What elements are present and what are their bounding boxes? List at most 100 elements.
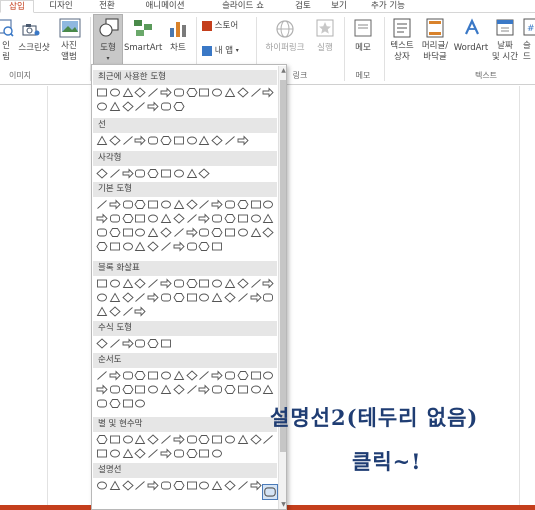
tab-review[interactable]: 검토 [286,0,320,13]
shape-thumbnail[interactable] [198,370,210,381]
shape-thumbnail[interactable] [186,241,198,252]
shape-thumbnail[interactable] [134,292,146,303]
shapes-button[interactable]: 도형 ▾ [93,14,123,66]
shape-thumbnail[interactable] [122,306,134,317]
shape-thumbnail[interactable] [96,398,108,409]
shape-thumbnail[interactable] [250,292,262,303]
shape-thumbnail[interactable] [173,241,185,252]
scroll-down-icon[interactable]: ▼ [279,500,286,509]
shape-thumbnail[interactable] [211,448,223,459]
shape-thumbnail[interactable] [96,434,108,445]
shape-thumbnail[interactable] [198,448,210,459]
shape-thumbnail[interactable] [122,241,134,252]
shape-thumbnail[interactable] [211,135,223,146]
selected-shape-callout-no-border[interactable] [262,484,279,500]
shape-thumbnail[interactable] [96,338,108,349]
shape-thumbnail[interactable] [211,213,223,224]
shape-thumbnail[interactable] [134,434,146,445]
shape-thumbnail[interactable] [198,199,210,210]
shape-thumbnail[interactable] [134,168,146,179]
shape-thumbnail[interactable] [250,213,262,224]
shape-thumbnail[interactable] [109,292,121,303]
shape-thumbnail[interactable] [186,227,198,238]
shape-thumbnail[interactable] [237,370,249,381]
shape-thumbnail[interactable] [160,384,172,395]
shape-thumbnail[interactable] [109,384,121,395]
tab-view[interactable]: 보기 [324,0,354,13]
shape-thumbnail[interactable] [96,384,108,395]
shape-thumbnail[interactable] [96,241,108,252]
shape-thumbnail[interactable] [160,292,172,303]
shape-thumbnail[interactable] [122,87,134,98]
shape-thumbnail[interactable] [109,398,121,409]
shape-thumbnail[interactable] [237,199,249,210]
shape-thumbnail[interactable] [160,101,172,112]
shape-thumbnail[interactable] [134,135,147,146]
shape-thumbnail[interactable] [109,199,121,210]
shape-thumbnail[interactable] [250,87,262,98]
smartart-button[interactable]: SmartArt [124,15,162,67]
shape-thumbnail[interactable] [173,87,185,98]
scroll-thumb[interactable] [280,80,286,452]
shape-thumbnail[interactable] [147,338,159,349]
shape-thumbnail[interactable] [160,434,172,445]
shape-thumbnail[interactable] [237,227,249,238]
shape-thumbnail[interactable] [173,135,185,146]
shape-thumbnail[interactable] [96,135,108,146]
shape-thumbnail[interactable] [122,448,134,459]
shape-thumbnail[interactable] [211,278,223,289]
shape-thumbnail[interactable] [250,199,262,210]
shape-thumbnail[interactable] [96,199,108,210]
shape-thumbnail[interactable] [134,199,146,210]
shape-thumbnail[interactable] [134,306,147,317]
shape-thumbnail[interactable] [186,292,198,303]
shape-thumbnail[interactable] [109,480,121,491]
shape-thumbnail[interactable] [198,227,210,238]
shape-thumbnail[interactable] [237,480,249,491]
shape-thumbnail[interactable] [224,135,236,146]
shape-thumbnail[interactable] [147,434,159,445]
shape-thumbnail[interactable] [147,241,159,252]
shape-thumbnail[interactable] [186,168,198,179]
photo-album-button[interactable]: 사진 앨범 [54,15,84,67]
shape-thumbnail[interactable] [122,227,134,238]
shape-thumbnail[interactable] [147,292,159,303]
shape-thumbnail[interactable] [96,278,108,289]
shape-thumbnail[interactable] [109,101,121,112]
shape-thumbnail[interactable] [134,370,146,381]
shape-thumbnail[interactable] [109,306,121,317]
shape-thumbnail[interactable] [122,199,134,210]
wordart-button[interactable]: WordArt [452,15,490,67]
shape-thumbnail[interactable] [262,292,274,303]
textbox-button[interactable]: 텍스트 상자 [386,15,418,67]
gallery-scrollbar[interactable]: ▲ ▼ [278,66,286,509]
shape-thumbnail[interactable] [147,168,159,179]
shape-thumbnail[interactable] [96,448,108,459]
shape-thumbnail[interactable] [173,199,185,210]
shape-thumbnail[interactable] [173,480,185,491]
shape-thumbnail[interactable] [96,370,108,381]
shape-thumbnail[interactable] [198,168,211,179]
shape-thumbnail[interactable] [109,227,121,238]
shape-thumbnail[interactable] [211,87,223,98]
shape-thumbnail[interactable] [122,338,134,349]
shape-thumbnail[interactable] [121,480,134,491]
tab-insert[interactable]: 삽입 [0,0,34,13]
shape-thumbnail[interactable] [186,213,198,224]
shape-thumbnail[interactable] [160,227,172,238]
shape-thumbnail[interactable] [147,101,159,112]
shape-thumbnail[interactable] [122,384,134,395]
shape-thumbnail[interactable] [186,278,198,289]
datetime-button[interactable]: 날짜 및 시간 [490,15,520,67]
shape-thumbnail[interactable] [122,135,134,146]
shape-thumbnail[interactable] [198,241,210,252]
shape-thumbnail[interactable] [109,241,121,252]
shape-thumbnail[interactable] [198,292,210,303]
shape-thumbnail[interactable] [96,227,108,238]
shape-thumbnail[interactable] [250,480,262,491]
shape-thumbnail[interactable] [237,434,249,445]
screenshot-button[interactable]: 스크린샷 [14,15,54,67]
shape-thumbnail[interactable] [160,135,172,146]
shape-thumbnail[interactable] [160,480,172,491]
shape-thumbnail[interactable] [173,448,185,459]
